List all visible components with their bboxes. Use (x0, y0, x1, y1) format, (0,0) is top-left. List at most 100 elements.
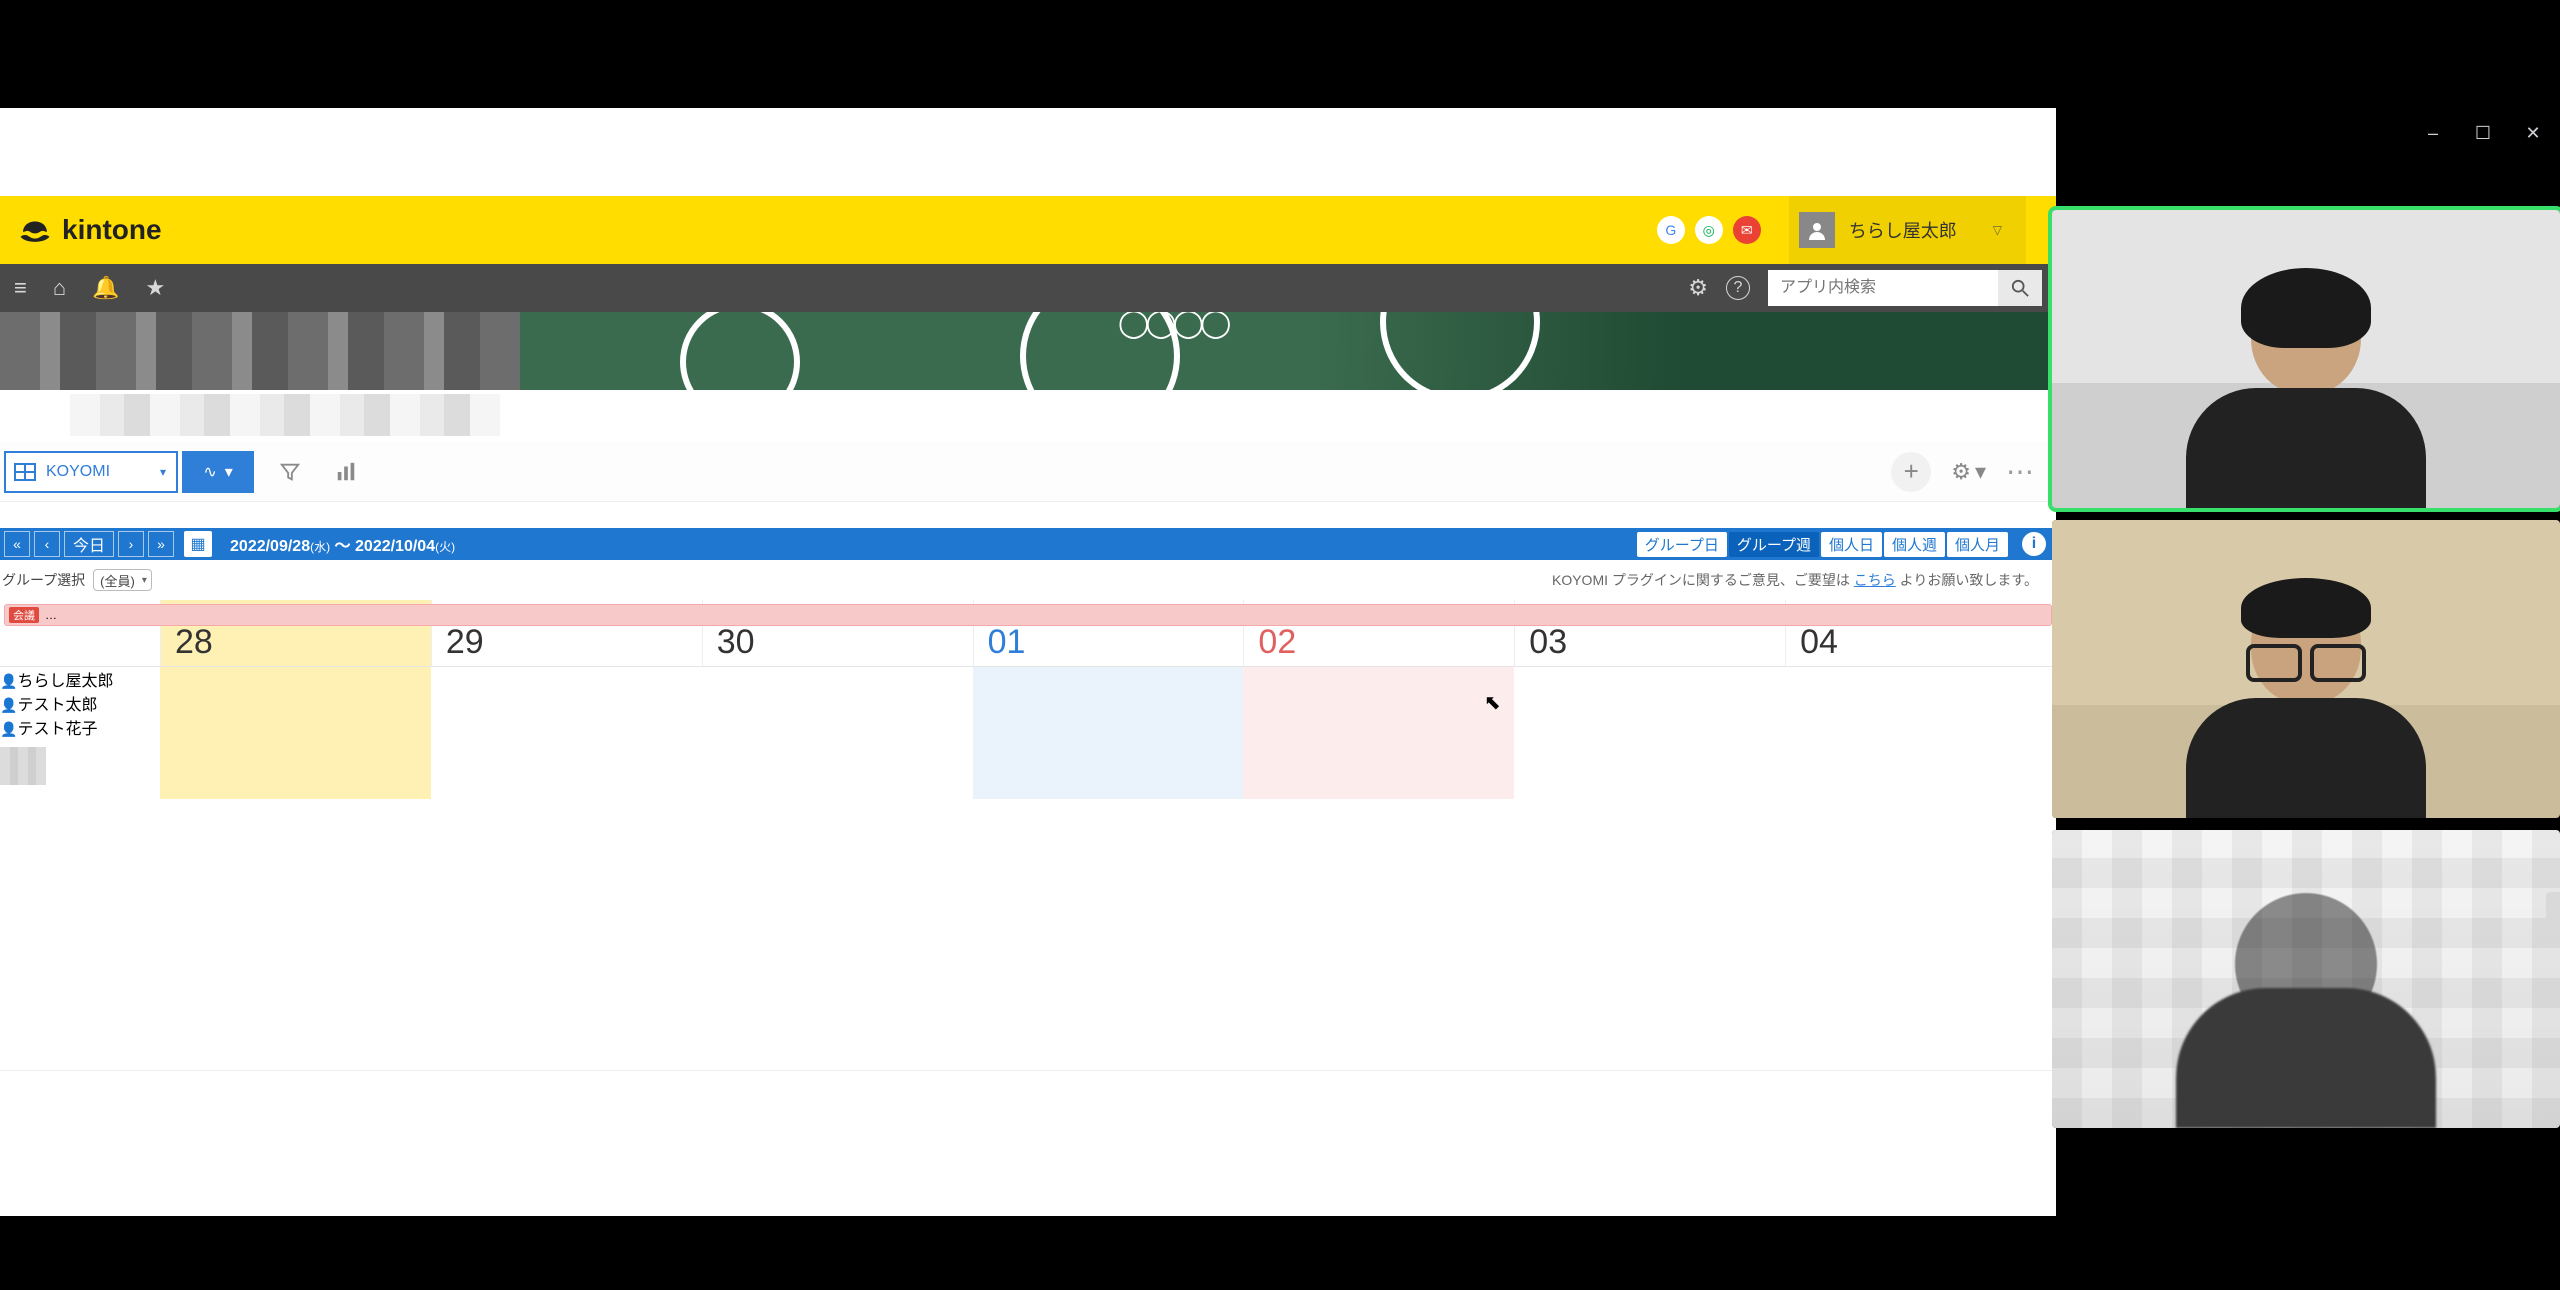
view-settings-button[interactable]: ⚙▾ (1951, 459, 1986, 485)
group-select-label: グループ選択 (2, 570, 85, 590)
video-call-column (2052, 210, 2560, 1128)
nav-first-button[interactable]: « (4, 531, 30, 557)
calendar-cell[interactable] (160, 715, 431, 739)
group-select-row: グループ選択 (全員) KOYOMI プラグインに関するご意見、ご要望は こちら… (0, 560, 2056, 600)
calendar-user-label: 👤テスト花子 (0, 715, 160, 739)
star-icon[interactable]: ★ (146, 275, 166, 301)
chart-icon[interactable] (326, 452, 366, 492)
calendar-cell[interactable] (702, 739, 973, 799)
calendar-event[interactable]: 会議… (4, 604, 2052, 626)
group-select[interactable]: (全員) (93, 569, 152, 591)
gear-icon[interactable]: ⚙ (1688, 275, 1708, 301)
kintone-product-name: kintone (62, 214, 162, 246)
view-mode-tabs: グループ日グループ週個人日個人週個人月 (1637, 532, 2016, 557)
calendar-user-label (0, 739, 160, 799)
menu-icon[interactable]: ≡ (14, 275, 27, 301)
app-search (1768, 270, 2042, 306)
nav-last-button[interactable]: » (148, 531, 174, 557)
calendar-cell[interactable] (1514, 739, 1785, 799)
app-search-input[interactable] (1768, 270, 1998, 306)
calendar-cell[interactable] (431, 691, 702, 715)
wave-icon: ∿ (203, 462, 216, 482)
video-tile-2[interactable] (2052, 520, 2560, 818)
view-select-label: KOYOMI (46, 463, 110, 481)
window-maximize-button[interactable]: ☐ (2470, 120, 2496, 146)
calendar-cell[interactable] (431, 739, 702, 799)
calendar-cell[interactable] (1514, 715, 1785, 739)
view-toolbar: KOYOMI ▾ ∿ ▾ + ⚙▾ ⋯ (0, 442, 2056, 502)
user-icon: 👤 (0, 697, 17, 713)
gear-icon: ⚙ (1951, 459, 1971, 485)
date-range-label: 2022/09/28(水) ～ 2022/10/04(火) (230, 532, 455, 556)
calendar-cell[interactable] (973, 715, 1244, 739)
calendar-date-bar: « ‹ 今日 › » ▦ 2022/09/28(水) ～ 2022/10/04(… (0, 528, 2056, 560)
calendar-cell[interactable] (702, 691, 973, 715)
nav-today-button[interactable]: 今日 (64, 531, 114, 557)
calendar-cell[interactable] (1243, 667, 1514, 691)
chevron-down-icon: ▾ (225, 462, 233, 482)
calendar-icon[interactable]: ▦ (184, 531, 212, 557)
plugin-notice-link[interactable]: こちら (1854, 572, 1896, 588)
calendar-cell[interactable] (1243, 715, 1514, 739)
more-menu-button[interactable]: ⋯ (2006, 455, 2036, 488)
window-close-button[interactable]: ✕ (2520, 120, 2546, 146)
window-minimize-button[interactable]: – (2420, 120, 2446, 146)
kintone-header: kintone G ◎ ✉ ちらし屋太郎 ▽ (0, 196, 2056, 264)
nav-next-button[interactable]: › (118, 531, 144, 557)
video-tile-1[interactable] (2052, 210, 2560, 508)
calendar-cell[interactable] (1243, 739, 1514, 799)
calendar-cell[interactable] (973, 691, 1244, 715)
mode-tab-1[interactable]: グループ週 (1729, 532, 1819, 557)
bell-icon[interactable]: 🔔 (92, 275, 119, 301)
user-name-label: ちらし屋太郎 (1849, 217, 1957, 243)
chevron-down-icon: ▾ (160, 465, 166, 479)
mode-tab-3[interactable]: 個人週 (1884, 532, 1945, 557)
side-panel-handle[interactable] (2546, 892, 2560, 938)
info-icon[interactable]: i (2022, 532, 2046, 556)
mouse-cursor-icon: ⬉ (1484, 690, 1501, 715)
calendar-cell[interactable] (160, 739, 431, 799)
search-button[interactable] (1998, 270, 2042, 306)
user-menu[interactable]: ちらし屋太郎 ▽ (1789, 196, 2026, 264)
kintone-logo[interactable]: kintone (18, 214, 162, 246)
add-record-button[interactable]: + (1891, 452, 1931, 492)
home-icon[interactable]: ⌂ (53, 275, 66, 301)
video-tile-3[interactable] (2052, 830, 2560, 1128)
calendar-cell[interactable] (1243, 691, 1514, 715)
user-icon: 👤 (0, 673, 17, 689)
calendar-user-label[interactable]: 👤ちらし屋太郎 (0, 667, 160, 691)
calendar-cell[interactable] (1785, 715, 2056, 739)
grid-icon (14, 463, 36, 481)
calendar-footer (0, 1070, 2056, 1216)
service-icon-google[interactable]: G (1657, 216, 1685, 244)
app-title-pixelated (0, 312, 520, 390)
calendar-cell[interactable] (1514, 691, 1785, 715)
calendar-cell[interactable] (1785, 691, 2056, 715)
calendar-cell[interactable] (431, 667, 702, 691)
nav-prev-button[interactable]: ‹ (34, 531, 60, 557)
chevron-down-icon: ▾ (1975, 459, 1986, 485)
view-select[interactable]: KOYOMI ▾ (4, 451, 178, 493)
calendar-grid: 水28木29金30土01日02月03火04 👤ちらし屋太郎会議…👤テスト太郎👤テ… (0, 600, 2056, 799)
plugin-notice: KOYOMI プラグインに関するご意見、ご要望は こちら よりお願い致します。 (1552, 570, 2038, 590)
service-icon-2[interactable]: ◎ (1695, 216, 1723, 244)
calendar-cell[interactable] (1785, 667, 2056, 691)
mode-tab-2[interactable]: 個人日 (1821, 532, 1882, 557)
calendar-cell[interactable] (1785, 739, 2056, 799)
calendar-cell[interactable] (1514, 667, 1785, 691)
calendar-cell[interactable] (973, 667, 1244, 691)
service-icon-mail[interactable]: ✉ (1733, 216, 1761, 244)
calendar-cell[interactable] (431, 715, 702, 739)
calendar-cell[interactable] (973, 739, 1244, 799)
calendar-cell[interactable]: 会議… (160, 667, 431, 691)
subheader-pixelated (70, 394, 500, 436)
calendar-cell[interactable] (160, 691, 431, 715)
calendar-cell[interactable] (702, 715, 973, 739)
help-icon[interactable]: ? (1726, 276, 1750, 300)
mode-tab-4[interactable]: 個人月 (1947, 532, 2008, 557)
graph-mode-button[interactable]: ∿ ▾ (182, 451, 254, 493)
user-icon: 👤 (0, 721, 17, 737)
calendar-cell[interactable] (702, 667, 973, 691)
filter-icon[interactable] (270, 452, 310, 492)
mode-tab-0[interactable]: グループ日 (1637, 532, 1727, 557)
